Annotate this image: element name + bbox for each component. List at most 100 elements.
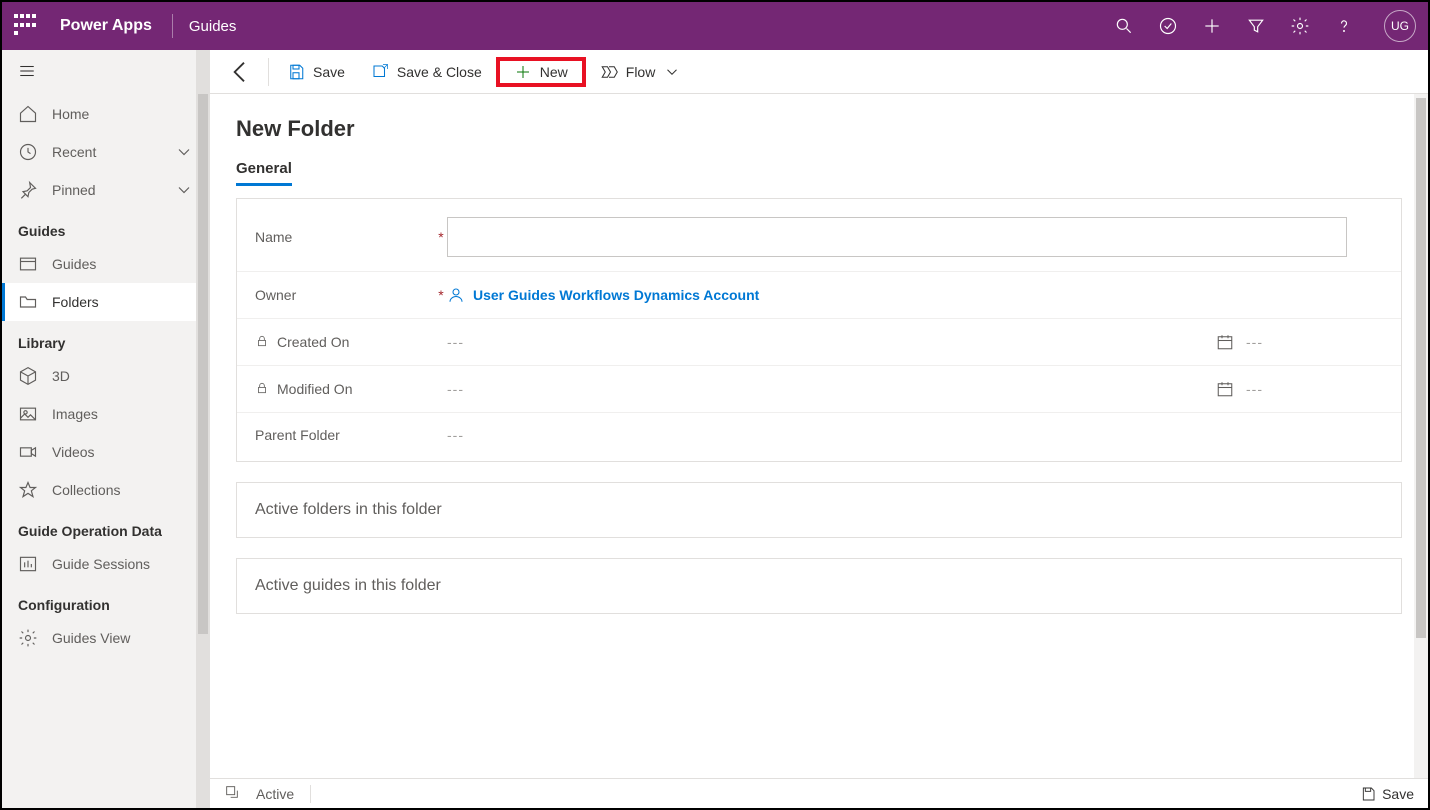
tab-general[interactable]: General	[236, 160, 292, 186]
calendar-icon	[1216, 333, 1234, 351]
sidebar-item-pinned[interactable]: Pinned	[2, 171, 210, 209]
field-createdon-label: Created On	[277, 334, 349, 350]
page-title: New Folder	[236, 116, 1402, 142]
chevron-down-icon	[174, 142, 194, 162]
calendar-icon	[1216, 380, 1234, 398]
sidebar-item-3d[interactable]: 3D	[2, 357, 210, 395]
field-parentfolder-row: Parent Folder ---	[237, 413, 1401, 457]
cube-icon	[18, 366, 38, 386]
sidebar-section-opdata: Guide Operation Data	[2, 509, 210, 545]
save-icon	[287, 63, 305, 81]
command-separator	[268, 58, 269, 86]
field-owner-label: Owner	[255, 287, 296, 303]
environment-name[interactable]: Guides	[189, 18, 237, 35]
add-icon[interactable]	[1202, 16, 1222, 36]
sidebar-item-label: Videos	[52, 444, 95, 460]
field-name-label: Name	[255, 229, 292, 245]
help-icon[interactable]	[1334, 16, 1354, 36]
save-button[interactable]: Save	[275, 57, 357, 87]
sidebar-item-collections[interactable]: Collections	[2, 471, 210, 509]
star-icon	[18, 480, 38, 500]
footer-save-button[interactable]: Save	[1360, 786, 1414, 802]
sidebar-toggle[interactable]	[2, 50, 210, 95]
sidebar-item-label: Recent	[52, 144, 96, 160]
field-createdon-row: Created On --- ---	[237, 319, 1401, 366]
sidebar-item-videos[interactable]: Videos	[2, 433, 210, 471]
modifiedon-time-value: ---	[1246, 381, 1263, 397]
filter-icon[interactable]	[1246, 16, 1266, 36]
chart-icon	[18, 554, 38, 574]
field-parentfolder-label: Parent Folder	[255, 427, 340, 443]
content-scrollbar[interactable]	[1414, 94, 1428, 778]
required-indicator: *	[435, 287, 447, 303]
sidebar-item-label: Guide Sessions	[52, 556, 150, 572]
app-name: Power Apps	[60, 17, 152, 35]
chevron-down-icon	[663, 63, 681, 81]
field-modifiedon-row: Modified On --- ---	[237, 366, 1401, 413]
lock-icon	[255, 381, 269, 398]
subgrid-active-folders: Active folders in this folder	[236, 482, 1402, 538]
save-icon	[1360, 786, 1376, 802]
save-close-icon	[371, 63, 389, 81]
owner-lookup[interactable]: User Guides Workflows Dynamics Account	[447, 286, 759, 304]
sidebar-item-folders[interactable]: Folders	[2, 283, 210, 321]
user-avatar[interactable]: UG	[1384, 10, 1416, 42]
new-label: New	[540, 64, 568, 80]
save-close-button[interactable]: Save & Close	[359, 57, 494, 87]
image-icon	[18, 404, 38, 424]
video-icon	[18, 442, 38, 462]
flow-button[interactable]: Flow	[588, 57, 694, 87]
subgrid-folders-title: Active folders in this folder	[255, 501, 442, 518]
settings-gear-icon[interactable]	[1290, 16, 1310, 36]
pin-icon	[18, 180, 38, 200]
app-header: Power Apps Guides UG	[2, 2, 1428, 50]
new-button[interactable]: New	[496, 57, 586, 87]
field-owner-row: Owner * User Guides Workflows Dynamics A…	[237, 272, 1401, 319]
form-content: New Folder General Name * Owner * User	[210, 94, 1428, 778]
window-icon	[18, 254, 38, 274]
flow-icon	[600, 63, 618, 81]
back-button[interactable]	[224, 56, 256, 88]
sidebar-item-label: Folders	[52, 294, 99, 310]
sidebar-item-guides[interactable]: Guides	[2, 245, 210, 283]
field-name-row: Name *	[237, 203, 1401, 272]
sidebar-item-label: Pinned	[52, 182, 96, 198]
name-input[interactable]	[447, 217, 1347, 257]
lock-icon	[255, 334, 269, 351]
sidebar-section-guides: Guides	[2, 209, 210, 245]
sidebar-item-guide-sessions[interactable]: Guide Sessions	[2, 545, 210, 583]
chevron-down-icon	[174, 180, 194, 200]
home-icon	[18, 104, 38, 124]
sidebar: Home Recent Pinned Guides Guides Folders	[2, 50, 210, 808]
sidebar-item-home[interactable]: Home	[2, 95, 210, 133]
form-tabs: General	[236, 160, 1402, 186]
main-area: Save Save & Close New Flow New Folder Ge…	[210, 50, 1428, 808]
sidebar-item-label: 3D	[52, 368, 70, 384]
person-icon	[447, 286, 465, 304]
search-icon[interactable]	[1114, 16, 1134, 36]
plus-icon	[514, 63, 532, 81]
sidebar-item-label: Home	[52, 106, 89, 122]
sidebar-scrollbar[interactable]	[196, 50, 210, 808]
clock-icon	[18, 142, 38, 162]
task-checker-icon[interactable]	[1158, 16, 1178, 36]
general-section: Name * Owner * User Guides Workflows Dyn…	[236, 198, 1402, 462]
app-launcher-icon[interactable]	[14, 14, 38, 38]
folder-icon	[18, 292, 38, 312]
popout-icon[interactable]	[224, 784, 240, 803]
footer-save-label: Save	[1382, 786, 1414, 802]
sidebar-section-library: Library	[2, 321, 210, 357]
subgrid-active-guides: Active guides in this folder	[236, 558, 1402, 614]
sidebar-item-label: Guides View	[52, 630, 130, 646]
record-state: Active	[256, 786, 294, 802]
save-label: Save	[313, 64, 345, 80]
parentfolder-value[interactable]: ---	[447, 427, 464, 443]
modifiedon-date-value: ---	[447, 381, 464, 397]
header-divider	[172, 14, 173, 38]
sidebar-item-label: Guides	[52, 256, 96, 272]
sidebar-item-label: Collections	[52, 482, 120, 498]
sidebar-item-recent[interactable]: Recent	[2, 133, 210, 171]
sidebar-item-images[interactable]: Images	[2, 395, 210, 433]
save-close-label: Save & Close	[397, 64, 482, 80]
sidebar-item-guides-view[interactable]: Guides View	[2, 619, 210, 657]
